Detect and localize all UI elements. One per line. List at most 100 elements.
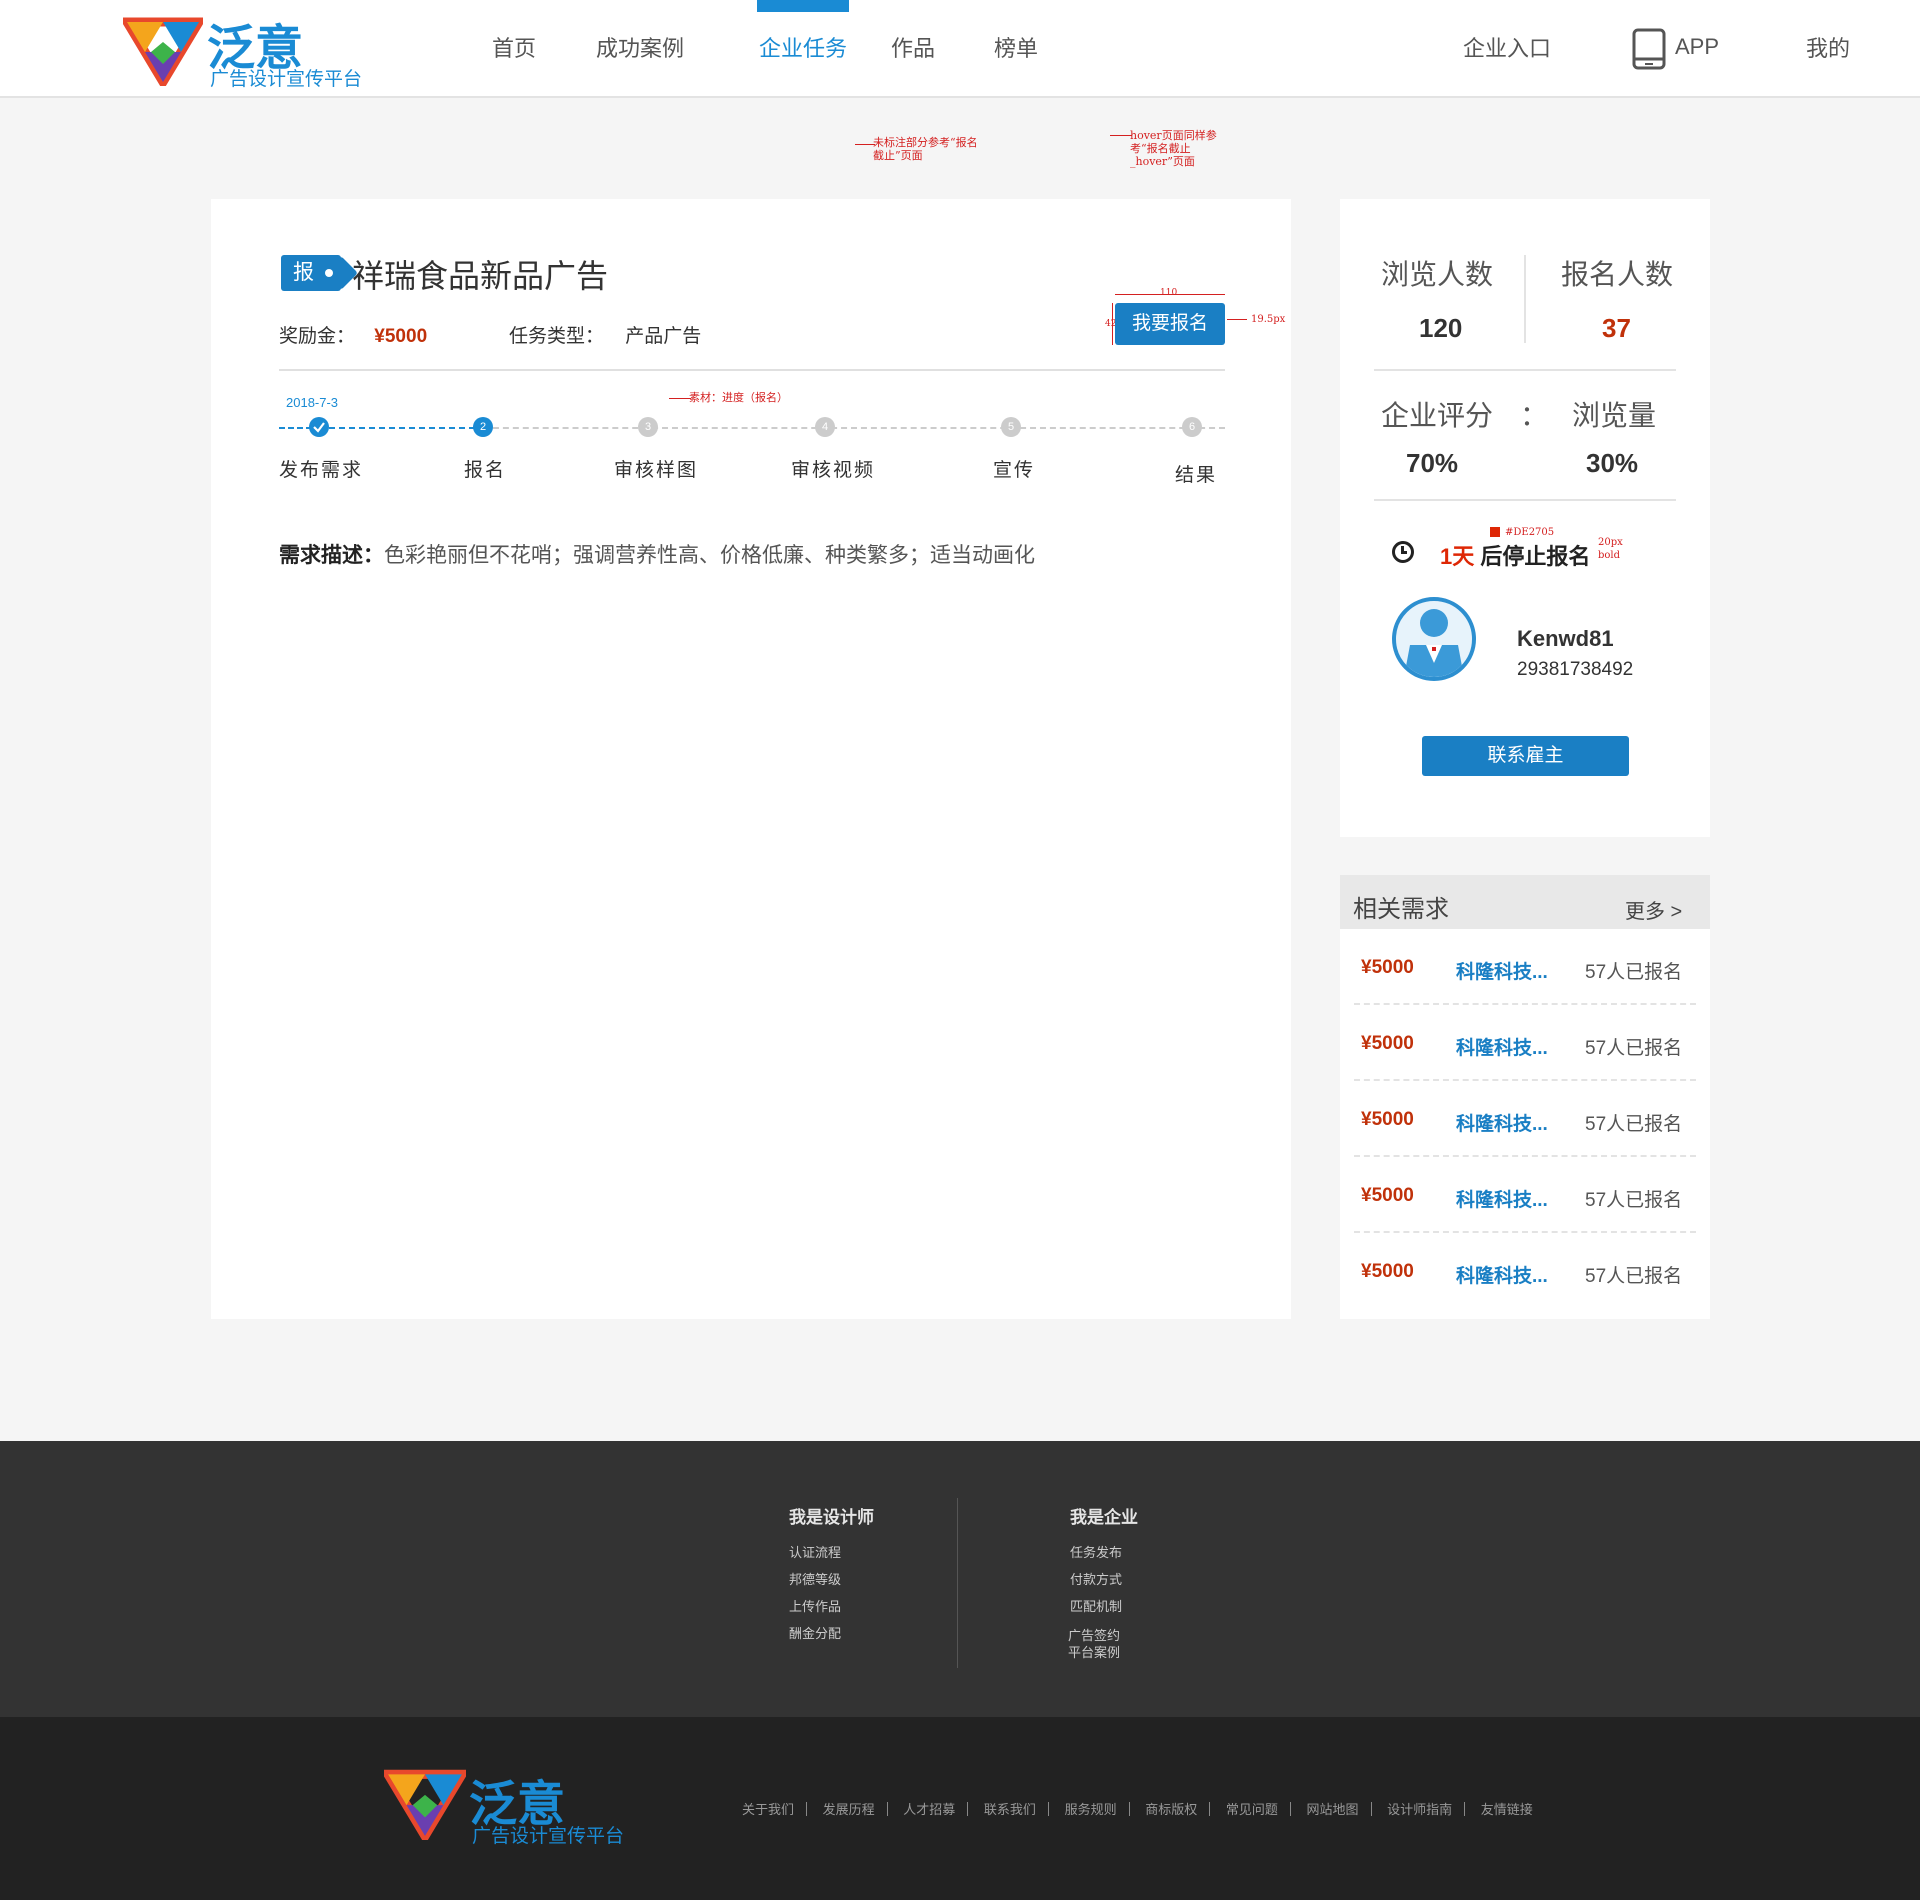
footer-link[interactable]: 付款方式	[1070, 1569, 1122, 1588]
employer-phone: 29381738492	[1517, 659, 1634, 680]
footer-link[interactable]: 上传作品	[789, 1596, 841, 1615]
brand-tagline: 广告设计宣传平台	[210, 69, 363, 90]
related-item[interactable]: ¥5000 科隆科技... 57人已报名	[1354, 929, 1696, 1005]
related-item[interactable]: ¥5000 科隆科技... 57人已报名	[1354, 1233, 1696, 1309]
progress-annotation-text: 素材：进度（报名）	[689, 391, 788, 404]
related-name[interactable]: 科隆科技...	[1456, 957, 1548, 984]
footer-logo-icon[interactable]	[384, 1764, 466, 1840]
related-name[interactable]: 科隆科技...	[1456, 1033, 1548, 1060]
title-divider	[279, 369, 1225, 371]
desc-text: 色彩艳丽但不花哨；强调营养性高、价格低廉、种类繁多；适当动画化	[384, 544, 1035, 567]
user-avatar-icon[interactable]	[1392, 597, 1476, 681]
reward-row: 奖励金： ¥5000	[279, 321, 427, 348]
views-label: 浏览人数	[1381, 259, 1494, 290]
annotation-note-1: 未标注部分参考“报名截止”页面	[855, 136, 983, 162]
nav-active-indicator	[757, 0, 849, 12]
bottom-link[interactable]: 人才招募	[903, 1802, 955, 1817]
stats-divider-2	[1374, 499, 1676, 501]
type-label: 任务类型：	[509, 326, 605, 347]
progress-line-done	[319, 427, 485, 429]
related-price: ¥5000	[1361, 1185, 1414, 1206]
nav-mine[interactable]: 我的	[1806, 34, 1850, 64]
related-more-link[interactable]: 更多 >	[1625, 895, 1682, 924]
brand-logo-icon[interactable]	[123, 12, 203, 86]
related-item[interactable]: ¥5000 科隆科技... 57人已报名	[1354, 1005, 1696, 1081]
tag-label: 报	[293, 261, 314, 284]
footer-link[interactable]: 任务发布	[1070, 1542, 1122, 1561]
color-swatch	[1490, 527, 1500, 537]
stats-divider	[1524, 255, 1526, 343]
pageviews-label: 浏览量	[1572, 400, 1657, 431]
font-annotation: 20px bold	[1598, 537, 1623, 561]
type-value: 产品广告	[625, 326, 702, 347]
bottom-link[interactable]: 发展历程	[823, 1802, 875, 1817]
related-price: ¥5000	[1361, 957, 1414, 978]
related-header: 相关需求 更多 >	[1340, 875, 1710, 929]
top-header: 泛意 广告设计宣传平台 首页 成功案例 企业任务 作品 榜单 企业入口 APP …	[0, 0, 1920, 98]
step-label-2: 报名	[464, 459, 507, 481]
step-label-1: 发布需求	[279, 459, 364, 481]
bottom-link[interactable]: 网站地图	[1306, 1802, 1358, 1817]
related-count: 57人已报名	[1585, 1038, 1683, 1059]
task-title: 祥瑞食品新品广告	[352, 258, 609, 294]
related-name[interactable]: 科隆科技...	[1456, 1109, 1548, 1136]
bottom-link[interactable]: 联系我们	[984, 1802, 1036, 1817]
bottom-link[interactable]: 服务规则	[1065, 1802, 1117, 1817]
rating-value: 70%	[1406, 448, 1459, 478]
task-detail-card: 报 祥瑞食品新品广告 奖励金： ¥5000 任务类型： 产品广告 110 42 …	[211, 199, 1291, 1319]
bottom-link[interactable]: 常见问题	[1226, 1802, 1278, 1817]
bottom-link[interactable]: 友情链接	[1481, 1802, 1533, 1817]
rating-label: 企业评分	[1381, 400, 1494, 431]
countdown-days: 1天	[1440, 544, 1475, 569]
related-requests-card: 相关需求 更多 > ¥5000 科隆科技... 57人已报名 ¥5000 科隆科…	[1340, 875, 1710, 1319]
progress-annotation: 素材：进度（报名）	[669, 391, 799, 404]
bottom-link[interactable]: 商标版权	[1145, 1802, 1197, 1817]
stats-divider-1	[1374, 369, 1676, 371]
footer-links-section: 我是设计师 认证流程 邦德等级 上传作品 酬金分配 我是企业 任务发布 付款方式…	[0, 1441, 1920, 1717]
countdown: 1天 后停止报名	[1440, 539, 1590, 571]
nav-enterprise-tasks[interactable]: 企业任务	[759, 34, 847, 64]
dimension-line-font	[1227, 319, 1247, 320]
bottom-link[interactable]: 设计师指南	[1387, 1802, 1452, 1817]
footer-bottom-links: 关于我们 发展历程 人才招募 联系我们 服务规则 商标版权 常见问题 网站地图 …	[742, 1799, 1533, 1818]
requirement-description: 需求描述：色彩艳丽但不花哨；强调营养性高、价格低廉、种类繁多；适当动画化	[279, 539, 1035, 569]
related-price: ¥5000	[1361, 1033, 1414, 1054]
dimension-width-label: 110	[1160, 288, 1178, 298]
footer-enterprise-title: 我是企业	[1070, 1508, 1138, 1527]
step-dot-6: 6	[1182, 417, 1202, 437]
nav-works[interactable]: 作品	[891, 34, 935, 64]
related-name[interactable]: 科隆科技...	[1456, 1261, 1548, 1288]
related-price: ¥5000	[1361, 1109, 1414, 1130]
bottom-link[interactable]: 关于我们	[742, 1802, 794, 1817]
footer-link[interactable]: 邦德等级	[789, 1569, 841, 1588]
countdown-text: 后停止报名	[1480, 544, 1591, 569]
signups-value: 37	[1602, 313, 1631, 343]
related-item[interactable]: ¥5000 科隆科技... 57人已报名	[1354, 1157, 1696, 1233]
signup-button[interactable]: 我要报名	[1115, 303, 1225, 345]
nav-home[interactable]: 首页	[492, 34, 536, 64]
footer-link[interactable]: 平台案例	[1068, 1642, 1120, 1661]
related-name[interactable]: 科隆科技...	[1456, 1185, 1548, 1212]
dimension-font-label: 19.5px	[1251, 314, 1286, 325]
employer-name: Kenwd81	[1517, 626, 1614, 651]
related-count: 57人已报名	[1585, 1190, 1683, 1211]
clock-icon	[1392, 541, 1414, 563]
reward-value: ¥5000	[374, 326, 428, 347]
nav-app[interactable]: APP	[1675, 32, 1719, 62]
price-tag-icon: 报	[281, 255, 341, 291]
footer-link[interactable]: 匹配机制	[1070, 1596, 1122, 1615]
tablet-icon[interactable]	[1632, 28, 1666, 70]
footer-link[interactable]: 酬金分配	[789, 1623, 841, 1642]
nav-ranking[interactable]: 榜单	[994, 34, 1038, 64]
nav-cases[interactable]: 成功案例	[596, 34, 684, 64]
footer-link[interactable]: 认证流程	[789, 1542, 841, 1561]
nav-enterprise-entry[interactable]: 企业入口	[1463, 34, 1551, 64]
related-item[interactable]: ¥5000 科隆科技... 57人已报名	[1354, 1081, 1696, 1157]
step-date: 2018-7-3	[286, 395, 339, 410]
annotation-note-2: hover页面同样参考“报名截止_hover”页面	[1110, 129, 1220, 168]
desc-label: 需求描述：	[279, 544, 384, 567]
related-count: 57人已报名	[1585, 962, 1683, 983]
related-count: 57人已报名	[1585, 1114, 1683, 1135]
contact-employer-button[interactable]: 联系雇主	[1422, 736, 1629, 776]
annotation-note-2-text: hover页面同样参考“报名截止_hover”页面	[1130, 129, 1217, 168]
